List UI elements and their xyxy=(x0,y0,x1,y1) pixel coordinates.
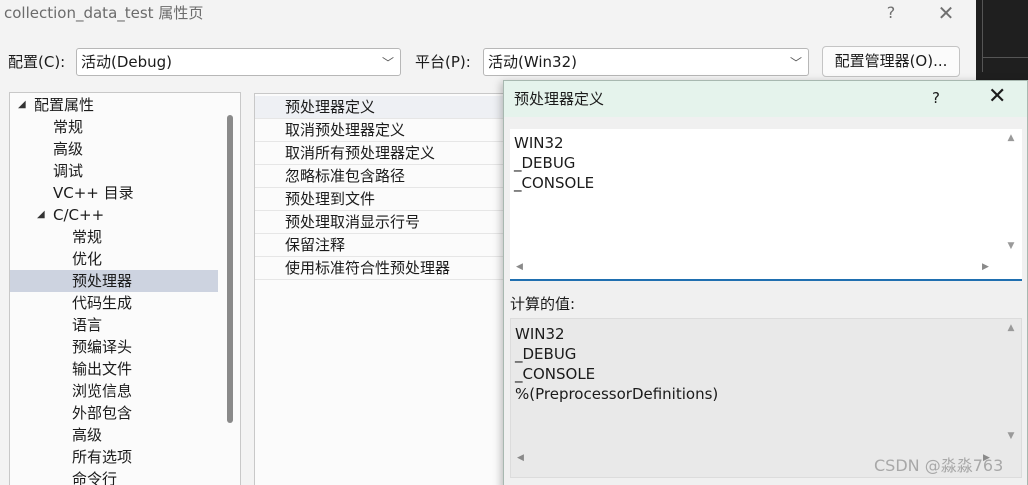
scroll-up-icon[interactable]: ▲ xyxy=(1004,133,1018,143)
tree-item[interactable]: 所有选项 xyxy=(72,446,132,468)
property-row[interactable]: 保留注释 xyxy=(255,234,513,257)
property-name: 预处理取消显示行号 xyxy=(285,213,421,231)
tree-item[interactable]: VC++ 目录 xyxy=(53,182,134,204)
definitions-edit-box[interactable]: WIN32 _DEBUG _CONSOLE ▲ ▼ ◀ ▶ xyxy=(510,129,1022,281)
dialog-title: 预处理器定义 xyxy=(514,90,605,108)
property-tree[interactable]: ◢ 配置属性 常规 高级 调试 VC++ 目录 ◢ C/C++ 常规 优化 预处… xyxy=(9,92,241,485)
definition-line: _CONSOLE xyxy=(514,174,595,192)
tree-item[interactable]: 优化 xyxy=(72,248,102,270)
computed-values-label: 计算的值: xyxy=(510,295,576,313)
computed-line: %(PreprocessorDefinitions) xyxy=(515,385,719,403)
scroll-right-icon[interactable]: ▶ xyxy=(982,262,989,276)
property-row[interactable]: 预处理器定义 xyxy=(255,96,513,119)
scroll-up-icon[interactable]: ▲ xyxy=(1004,323,1018,333)
close-icon[interactable]: ✕ xyxy=(988,85,1006,109)
property-name: 预处理器定义 xyxy=(285,98,376,116)
focus-underline xyxy=(510,279,1022,281)
watermark: CSDN @淼淼763 xyxy=(874,456,1004,475)
computed-values-box: WIN32 _DEBUG _CONSOLE %(PreprocessorDefi… xyxy=(510,318,1022,478)
chevron-down-icon: ﹀ xyxy=(381,56,394,70)
tree-item-config-properties[interactable]: 配置属性 xyxy=(34,94,94,116)
property-name: 取消所有预处理器定义 xyxy=(285,144,436,162)
tree-item[interactable]: 预编译头 xyxy=(72,336,132,358)
property-name: 取消预处理器定义 xyxy=(285,121,406,139)
property-row[interactable]: 预处理到文件 xyxy=(255,188,513,211)
property-row[interactable]: 取消预处理器定义 xyxy=(255,119,513,142)
definition-line: _DEBUG xyxy=(514,154,576,172)
scroll-left-icon[interactable]: ◀ xyxy=(516,262,523,276)
tree-item[interactable]: 输出文件 xyxy=(72,358,132,380)
property-name: 使用标准符合性预处理器 xyxy=(285,259,451,277)
expanded-arrow-icon[interactable]: ◢ xyxy=(37,209,45,220)
help-icon[interactable]: ? xyxy=(882,2,900,24)
platform-value: 活动(Win32) xyxy=(488,53,577,71)
property-row[interactable]: 预处理取消显示行号 xyxy=(255,211,513,234)
tree-item[interactable]: 浏览信息 xyxy=(72,380,132,402)
scroll-down-icon[interactable]: ▼ xyxy=(1004,431,1018,441)
tree-item[interactable]: 常规 xyxy=(72,226,102,248)
config-label: 配置(C): xyxy=(8,53,66,71)
property-grid[interactable]: 预处理器定义 取消预处理器定义 取消所有预处理器定义 忽略标准包含路径 预处理到… xyxy=(254,93,514,485)
scroll-down-icon[interactable]: ▼ xyxy=(1004,241,1018,251)
platform-label: 平台(P): xyxy=(415,53,471,71)
scroll-left-icon[interactable]: ◀ xyxy=(517,453,524,467)
expanded-arrow-icon[interactable]: ◢ xyxy=(18,99,26,110)
tree-item[interactable]: 语言 xyxy=(72,314,102,336)
tree-item[interactable]: 常规 xyxy=(53,116,83,138)
tree-item[interactable]: 命令行 xyxy=(72,468,117,485)
divider xyxy=(982,0,983,72)
property-name: 忽略标准包含路径 xyxy=(285,167,406,185)
tree-item[interactable]: 代码生成 xyxy=(72,292,132,314)
property-name: 预处理到文件 xyxy=(285,190,376,208)
tree-item[interactable]: 高级 xyxy=(53,138,83,160)
preprocessor-definitions-dialog: 预处理器定义 ? ✕ WIN32 _DEBUG _CONSOLE ▲ ▼ ◀ ▶… xyxy=(503,80,1028,485)
computed-line: _DEBUG xyxy=(515,345,577,363)
property-row[interactable]: 取消所有预处理器定义 xyxy=(255,142,513,165)
platform-dropdown[interactable]: 活动(Win32) ﹀ xyxy=(483,48,809,76)
tree-item[interactable]: 外部包含 xyxy=(72,402,132,424)
tree-scrollbar[interactable] xyxy=(227,115,233,423)
close-icon[interactable]: ✕ xyxy=(935,2,957,24)
chevron-down-icon: ﹀ xyxy=(789,56,802,70)
property-row[interactable]: 使用标准符合性预处理器 xyxy=(255,257,513,280)
tree-item[interactable]: 调试 xyxy=(53,160,83,182)
tree-item-cpp[interactable]: C/C++ xyxy=(53,204,104,226)
property-row[interactable]: 忽略标准包含路径 xyxy=(255,165,513,188)
property-name: 保留注释 xyxy=(285,236,346,254)
definition-line: WIN32 xyxy=(514,134,564,152)
tree-item[interactable]: 高级 xyxy=(72,424,102,446)
configuration-manager-button[interactable]: 配置管理器(O)... xyxy=(822,46,960,77)
divider xyxy=(982,57,1028,58)
window-title: collection_data_test 属性页 xyxy=(4,4,204,22)
tree-item-preprocessor[interactable]: 预处理器 xyxy=(10,270,218,292)
dialog-header: 预处理器定义 ? ✕ xyxy=(504,81,1027,117)
config-dropdown[interactable]: 活动(Debug) ﹀ xyxy=(76,48,401,76)
computed-line: _CONSOLE xyxy=(515,365,596,383)
help-icon[interactable]: ? xyxy=(932,88,940,108)
config-value: 活动(Debug) xyxy=(81,53,173,71)
computed-line: WIN32 xyxy=(515,325,565,343)
